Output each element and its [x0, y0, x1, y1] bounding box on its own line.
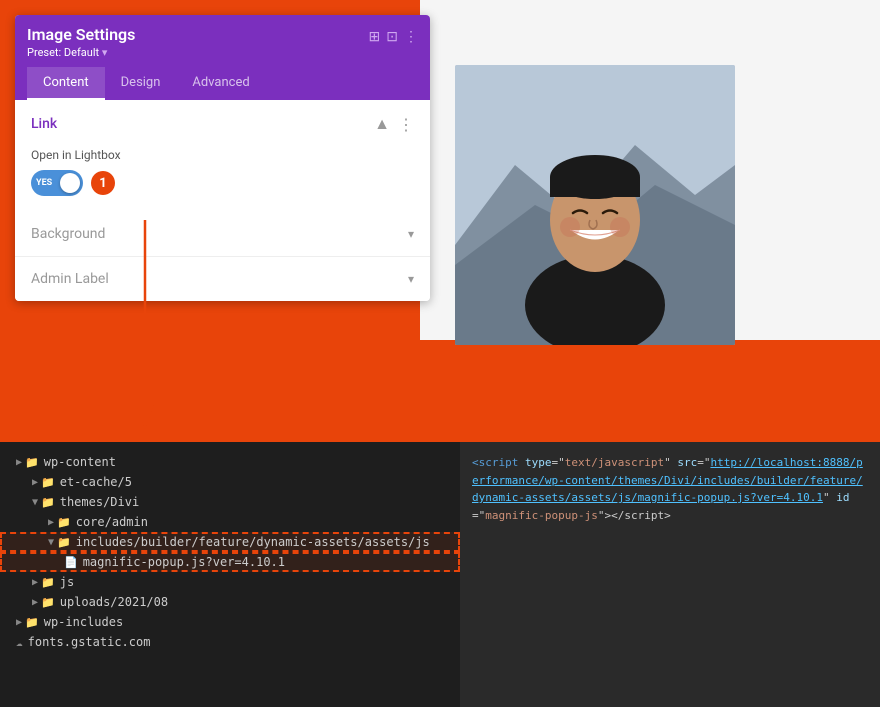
code-attr-src: src — [677, 456, 697, 469]
code-val-id: magnific-popup-js — [485, 509, 598, 522]
lightbox-toggle[interactable]: YES — [31, 170, 83, 196]
tree-item-js[interactable]: ▶ 📁 js — [0, 572, 460, 592]
devtools-code-panel: <script type="text/javascript" src="http… — [460, 442, 880, 707]
tab-design[interactable]: Design — [105, 67, 177, 100]
background-chevron-icon: ▾ — [408, 227, 414, 241]
code-val-type: text/javascript — [565, 456, 664, 469]
expand-icon[interactable]: ⊞ — [369, 29, 381, 45]
image-preview — [455, 65, 735, 345]
devtools-panel: ▶ 📁 wp-content ▶ 📁 et-cache/5 ▼ 📁 themes… — [0, 442, 880, 707]
toggle-row: YES 1 — [31, 170, 414, 196]
file-tree: ▶ 📁 wp-content ▶ 📁 et-cache/5 ▼ 📁 themes… — [0, 442, 460, 707]
split-icon[interactable]: ⊡ — [386, 29, 398, 45]
tree-item-wp-includes[interactable]: ▶ 📁 wp-includes — [0, 612, 460, 632]
tree-item-fonts-gstatic[interactable]: ☁ fonts.gstatic.com — [0, 632, 460, 652]
tree-item-uploads[interactable]: ▶ 📁 uploads/2021/08 — [0, 592, 460, 612]
tree-label-wp-content: wp-content — [44, 455, 116, 469]
tab-content[interactable]: Content — [27, 67, 105, 100]
tree-label-js: js — [60, 575, 74, 589]
tree-item-includes-builder[interactable]: ▼ 📁 includes/builder/feature/dynamic-ass… — [0, 532, 460, 552]
tab-bar: Content Design Advanced — [15, 67, 430, 100]
panel-header-icons: ⊞ ⊡ ⋮ — [369, 29, 418, 45]
tree-item-et-cache[interactable]: ▶ 📁 et-cache/5 — [0, 472, 460, 492]
toggle-yes-label: YES — [36, 178, 52, 188]
admin-chevron-icon: ▾ — [408, 272, 414, 286]
tree-label-magnific-popup: magnific-popup.js?ver=4.10.1 — [83, 555, 285, 569]
panel-title: Image Settings — [27, 25, 135, 44]
code-tag-open: <script — [472, 456, 525, 469]
background-section-title: Background — [31, 226, 105, 242]
panel-header: Image Settings Preset: Default ▾ ⊞ ⊡ ⋮ — [15, 15, 430, 67]
code-attr-type: type — [525, 456, 552, 469]
more-icon[interactable]: ⋮ — [404, 29, 418, 45]
open-lightbox-label: Open in Lightbox — [31, 148, 414, 162]
tree-item-themes-divi[interactable]: ▼ 📁 themes/Divi — [0, 492, 460, 512]
tree-label-themes-divi: themes/Divi — [60, 495, 139, 509]
panel-preset: Preset: Default ▾ — [27, 46, 135, 59]
background-section-header[interactable]: Background ▾ — [15, 212, 430, 257]
panel-body: Link ▲ ⋮ Open in Lightbox YES 1 Backgrou… — [15, 100, 430, 301]
link-section-content: Open in Lightbox YES 1 — [15, 148, 430, 212]
tree-label-wp-includes: wp-includes — [44, 615, 123, 629]
code-attr-id: id — [836, 491, 849, 504]
toggle-knob — [60, 173, 80, 193]
chevron-up-icon[interactable]: ▲ — [374, 114, 390, 134]
tree-label-uploads: uploads/2021/08 — [60, 595, 168, 609]
tree-item-wp-content[interactable]: ▶ 📁 wp-content — [0, 452, 460, 472]
link-more-icon[interactable]: ⋮ — [398, 115, 414, 134]
tab-advanced[interactable]: Advanced — [176, 67, 265, 100]
tree-label-core-admin: core/admin — [76, 515, 148, 529]
code-script-line: <script type="text/javascript" src="http… — [472, 454, 868, 524]
link-section-icons: ▲ ⋮ — [374, 114, 414, 134]
admin-label-title: Admin Label — [31, 271, 109, 287]
admin-label-section-header[interactable]: Admin Label ▾ — [15, 257, 430, 301]
tree-label-fonts-gstatic: fonts.gstatic.com — [28, 635, 151, 649]
tree-label-et-cache: et-cache/5 — [60, 475, 132, 489]
tree-item-magnific-popup[interactable]: 📄 magnific-popup.js?ver=4.10.1 — [0, 552, 460, 572]
tree-label-includes-builder: includes/builder/feature/dynamic-assets/… — [76, 535, 430, 549]
tree-item-core-admin[interactable]: ▶ 📁 core/admin — [0, 512, 460, 532]
settings-panel: Image Settings Preset: Default ▾ ⊞ ⊡ ⋮ C… — [15, 15, 430, 301]
link-section-header[interactable]: Link ▲ ⋮ — [15, 100, 430, 148]
link-section-title: Link — [31, 116, 57, 132]
step-number-1: 1 — [91, 171, 115, 195]
